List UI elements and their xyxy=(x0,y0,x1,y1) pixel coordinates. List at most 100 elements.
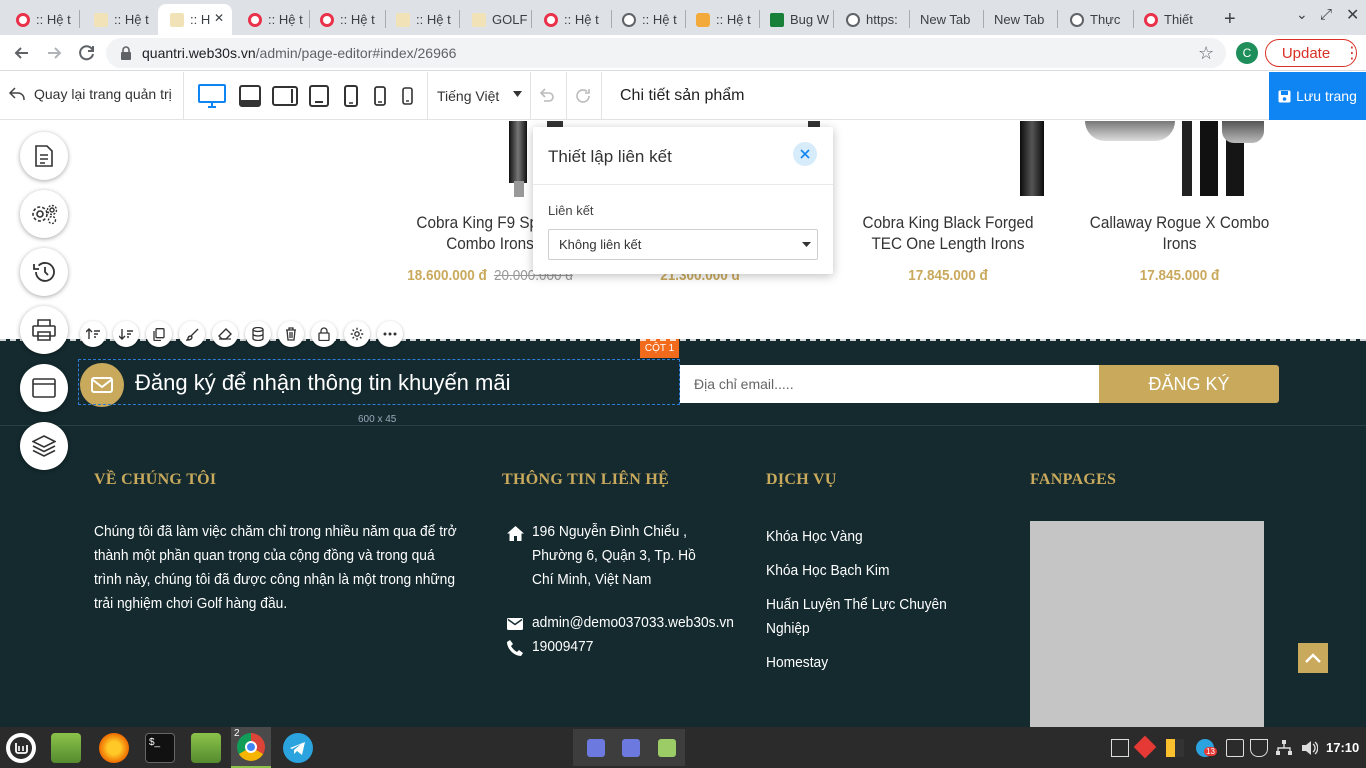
contact-email[interactable]: admin@demo037033.web30s.vn xyxy=(532,611,734,635)
notes-icon[interactable] xyxy=(658,739,676,757)
kebab-menu-icon[interactable]: ⋮ xyxy=(1344,43,1360,63)
telegram-tray-icon[interactable]: 13 xyxy=(1196,739,1217,757)
browser-tab-13[interactable]: New Tab xyxy=(908,4,982,35)
undo-icon[interactable] xyxy=(538,87,556,105)
link-type-select[interactable]: Không liên kết xyxy=(548,229,818,260)
close-window-icon[interactable]: ✕ xyxy=(1346,5,1359,25)
column-badge[interactable]: CỘT 1 xyxy=(640,339,679,358)
device-tablet-portrait-icon[interactable] xyxy=(309,81,329,111)
service-link-1[interactable]: Khóa Học Vàng xyxy=(766,525,950,549)
device-desktop-icon[interactable] xyxy=(197,81,227,111)
device-tablet-icon[interactable] xyxy=(272,81,298,111)
restore-icon[interactable]: ⤢ xyxy=(1320,6,1332,23)
footer-section[interactable]: Đăng ký để nhận thông tin khuyến mãi CỘT… xyxy=(0,339,1366,727)
browser-tab-10[interactable]: :: Hệ t xyxy=(684,4,758,35)
browser-tab-2[interactable]: :: Hệ t xyxy=(82,4,158,35)
browser-tab-14[interactable]: New Tab xyxy=(982,4,1056,35)
copy-icon[interactable] xyxy=(146,321,172,347)
firefox-icon[interactable] xyxy=(99,733,129,763)
redo-icon[interactable] xyxy=(574,87,592,105)
tab-title: :: Hệ t xyxy=(416,12,451,27)
layout-button[interactable] xyxy=(20,364,68,412)
minimize-icon[interactable]: ⌄ xyxy=(1296,6,1308,23)
clipboard-icon[interactable] xyxy=(1226,739,1244,757)
update-button[interactable]: Update ⋮ xyxy=(1265,39,1360,67)
save-label: Lưu trang xyxy=(1296,88,1357,104)
eraser-icon[interactable] xyxy=(212,321,238,347)
device-phone-icon[interactable] xyxy=(373,81,387,111)
new-tab-icon[interactable]: + xyxy=(1224,8,1236,31)
mint-menu-icon[interactable] xyxy=(6,733,36,763)
browser-tab-4[interactable]: :: Hệ t xyxy=(236,4,308,35)
omnibox[interactable]: quantri.web30s.vn/admin/page-editor#inde… xyxy=(106,38,1226,68)
network-icon[interactable] xyxy=(1275,739,1293,757)
print-button[interactable] xyxy=(20,306,68,354)
keyboard-icon[interactable] xyxy=(1111,739,1129,757)
reload-icon[interactable] xyxy=(77,43,97,63)
scroll-to-top-button[interactable] xyxy=(1298,643,1328,673)
gear-icon[interactable] xyxy=(344,321,370,347)
layers-button[interactable] xyxy=(20,422,68,470)
browser-tab-8[interactable]: :: Hệ t xyxy=(532,4,610,35)
settings-button[interactable] xyxy=(20,190,68,238)
language-select[interactable]: Tiếng Việt xyxy=(437,88,522,104)
more-options-icon[interactable] xyxy=(377,321,403,347)
info-icon[interactable] xyxy=(622,739,640,757)
subscribe-button[interactable]: ĐĂNG KÝ xyxy=(1099,365,1279,403)
lock-icon[interactable] xyxy=(311,321,337,347)
browser-tab-5[interactable]: :: Hệ t xyxy=(308,4,384,35)
forward-arrow-icon[interactable] xyxy=(44,43,64,63)
close-tab-icon[interactable]: ✕ xyxy=(214,11,224,25)
history-button[interactable] xyxy=(20,248,68,296)
folder-icon[interactable] xyxy=(191,733,221,763)
brush-icon[interactable] xyxy=(179,321,205,347)
service-link-3[interactable]: Huấn Luyện Thể Lực Chuyên Nghiệp xyxy=(766,593,950,641)
files-icon[interactable] xyxy=(51,733,81,763)
profile-avatar[interactable]: C xyxy=(1236,42,1258,64)
terminal-icon[interactable]: $_ xyxy=(145,733,175,763)
device-phone-large-icon[interactable] xyxy=(343,81,359,111)
selected-column-outline[interactable] xyxy=(78,359,680,405)
info-icon[interactable] xyxy=(587,739,605,757)
back-arrow-icon[interactable] xyxy=(12,43,32,63)
trash-icon[interactable] xyxy=(278,321,304,347)
url-text[interactable]: quantri.web30s.vn/admin/page-editor#inde… xyxy=(142,45,456,61)
telegram-icon[interactable] xyxy=(283,733,313,763)
device-phone-small-icon[interactable] xyxy=(401,81,413,111)
product-name-4[interactable]: Callaway Rogue X Combo Irons xyxy=(1083,212,1277,254)
browser-tab-1[interactable]: :: Hệ t xyxy=(4,4,78,35)
browser-tab-6[interactable]: :: Hệ t xyxy=(384,4,458,35)
sort-up-icon[interactable] xyxy=(80,321,106,347)
os-taskbar: $_ 2 13 17:10 xyxy=(0,727,1366,768)
save-page-button[interactable]: Lưu trang xyxy=(1269,72,1366,120)
browser-tab-3[interactable]: :: H ✕ xyxy=(158,4,232,35)
newsletter-row[interactable]: Đăng ký để nhận thông tin khuyến mãi CỘT… xyxy=(0,339,1366,426)
browser-tab-11[interactable]: Bug W xyxy=(758,4,832,35)
page-list-button[interactable] xyxy=(20,132,68,180)
device-tablet-landscape-icon[interactable] xyxy=(238,81,262,111)
volume-icon[interactable] xyxy=(1300,739,1318,757)
service-link-2[interactable]: Khóa Học Bạch Kim xyxy=(766,559,950,583)
browser-tab-7[interactable]: GOLF xyxy=(460,4,530,35)
close-icon[interactable] xyxy=(793,142,817,166)
back-to-admin-button[interactable]: Quay lại trang quản trị xyxy=(8,86,172,102)
browser-tab-12[interactable]: https: xyxy=(834,4,908,35)
shield-icon[interactable] xyxy=(1250,739,1268,757)
browser-tab-9[interactable]: :: Hệ t xyxy=(610,4,684,35)
tray-app-icon[interactable] xyxy=(1166,739,1184,757)
contact-phone[interactable]: 19009477 xyxy=(532,635,721,659)
browser-tab-15[interactable]: Thực xyxy=(1058,4,1132,35)
chrome-taskbar-item[interactable]: 2 xyxy=(231,727,271,768)
anydesk-icon[interactable] xyxy=(1133,735,1157,759)
clock[interactable]: 17:10 xyxy=(1326,740,1359,755)
database-icon[interactable] xyxy=(245,321,271,347)
fanpage-embed[interactable] xyxy=(1030,521,1264,727)
tab-favicon-icon xyxy=(696,12,710,27)
sort-down-icon[interactable] xyxy=(113,321,139,347)
lock-icon[interactable] xyxy=(120,46,132,60)
service-link-4[interactable]: Homestay xyxy=(766,651,950,675)
product-name-3[interactable]: Cobra King Black Forged TEC One Length I… xyxy=(849,212,1047,254)
browser-tab-16[interactable]: Thiết xyxy=(1132,4,1206,35)
bookmark-star-icon[interactable]: ☆ xyxy=(1198,43,1214,64)
email-input[interactable] xyxy=(680,365,1100,403)
